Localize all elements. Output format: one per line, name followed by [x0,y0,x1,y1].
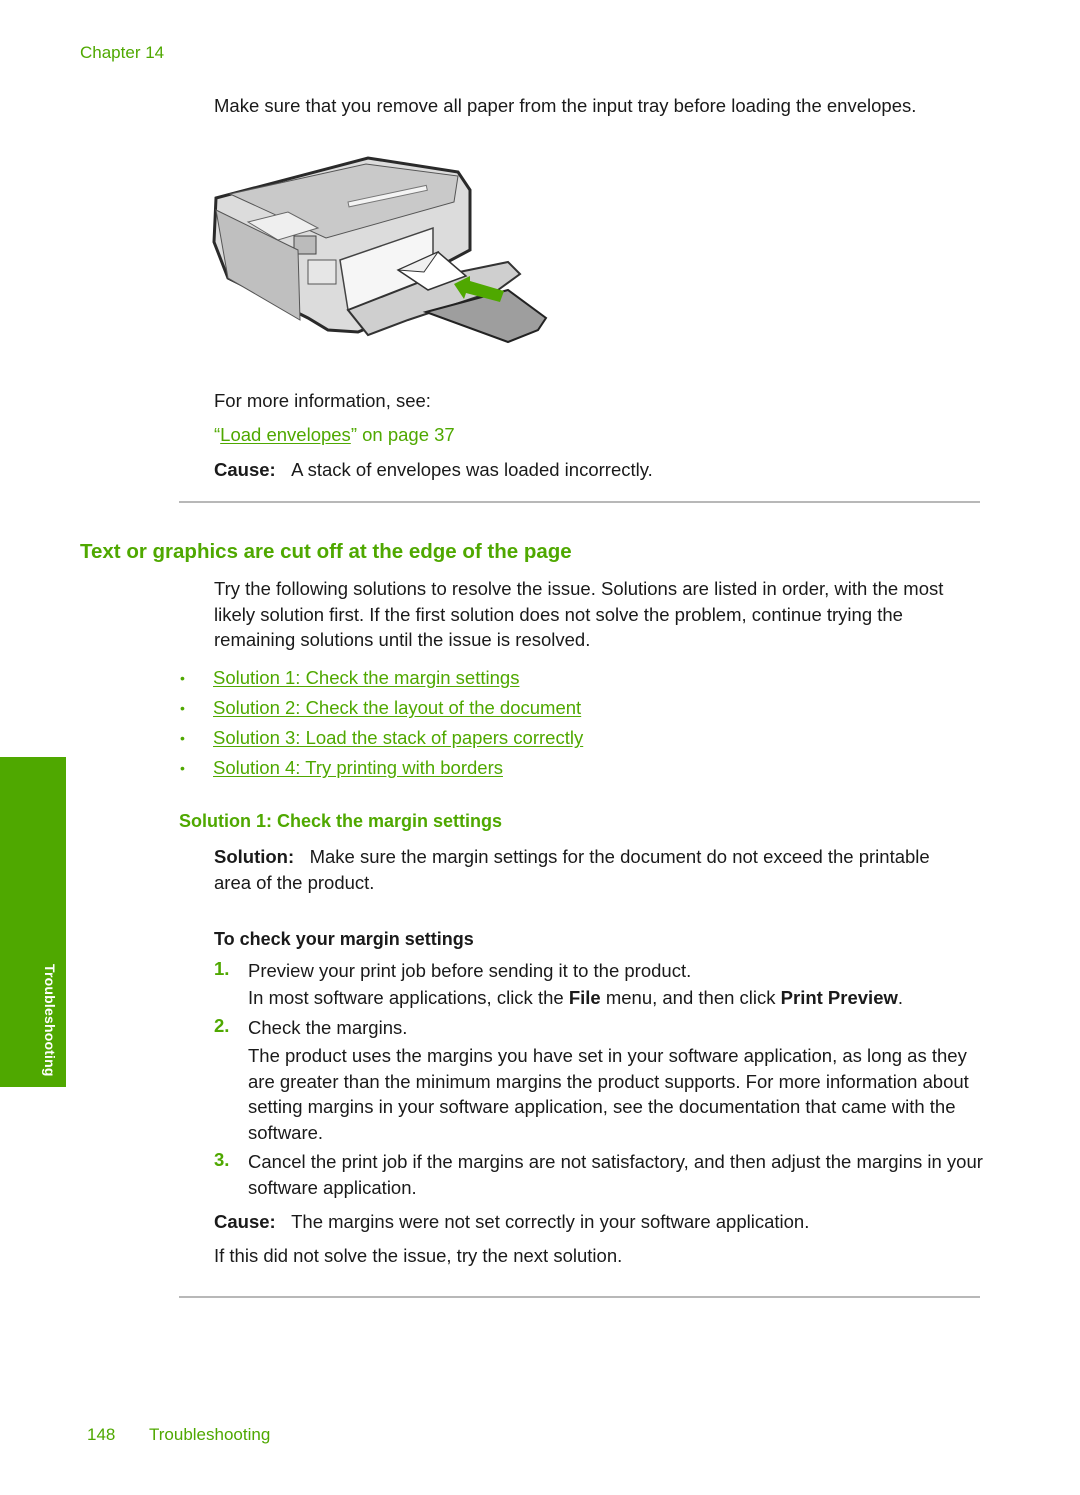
load-envelopes-reference: “Load envelopes” on page 37 [214,422,455,448]
step-2-text: Check the margins. [248,1017,408,1038]
bullet-icon: • [180,760,185,776]
link-page-ref: ” on page 37 [350,424,455,445]
cause-text: The margins were not set correctly in yo… [291,1211,810,1232]
step-3-text: Cancel the print job if the margins are … [248,1151,983,1198]
step-1-detail-text: . [897,987,904,1008]
card-slot [307,259,337,285]
step-1-number: 1. [214,958,230,979]
cause-text: A stack of envelopes was loaded incorrec… [291,459,653,480]
solution-list-item: • Solution 2: Check the layout of the doc… [176,693,583,723]
print-preview-ref: Print Preview [780,987,898,1008]
step-1-text: Preview your print job before sending it… [248,960,692,981]
remove-paper-note: Make sure that you remove all paper from… [214,95,917,116]
chapter-label: Chapter 14 [80,43,165,62]
step-2-detail: The product uses the margins you have se… [248,1045,969,1143]
page-number: 148 [87,1425,116,1444]
solution-1-heading: Solution 1: Check the margin settings [179,811,503,831]
cause-label: Cause: [214,1211,276,1232]
section-divider [179,501,980,503]
printer-illustration [212,156,548,344]
more-info-label: For more information, see: [214,390,431,411]
margin-cause: Cause: The margins were not set correctl… [214,1209,809,1235]
envelope-cause: Cause: A stack of envelopes was loaded i… [214,457,653,483]
file-menu-ref: File [568,987,601,1008]
solutions-list: • Solution 1: Check the margin settings •… [176,663,583,783]
step-1-detail: In most software applications, click the… [248,985,983,1011]
cause-label: Cause: [214,459,276,480]
footer-section: Troubleshooting [149,1425,271,1444]
solution-label: Solution: [214,846,295,867]
solution-1-link[interactable]: Solution 1: Check the margin settings [213,667,519,689]
solution-2-link[interactable]: Solution 2: Check the layout of the docu… [213,697,581,719]
side-tab-label: Troubleshooting [42,964,58,1077]
section-end-divider [179,1296,980,1298]
step-2-number: 2. [214,1015,230,1036]
step-1-detail-text: menu, and then click [600,987,781,1008]
procedure-title: To check your margin settings [214,929,474,949]
solution-list-item: • Solution 1: Check the margin settings [176,663,583,693]
bullet-icon: • [180,670,185,686]
load-envelopes-link[interactable]: Load envelopes [220,424,351,445]
bullet-icon: • [180,730,185,746]
bullet-icon: • [180,700,185,716]
step-1-detail-text: In most software applications, click the [248,987,569,1008]
solution-text: Make sure the margin settings for the do… [214,846,930,893]
solution-1-text: Solution: Make sure the margin settings … [214,844,954,895]
solution-3-link[interactable]: Solution 3: Load the stack of papers cor… [213,727,583,749]
solution-list-item: • Solution 3: Load the stack of papers co… [176,723,583,753]
section-title: Text or graphics are cut off at the edge… [80,540,572,563]
side-tab: Troubleshooting [0,757,66,1087]
section-intro: Try the following solutions to resolve t… [214,578,944,650]
solution-4-link[interactable]: Solution 4: Try printing with borders [213,757,503,779]
solution-list-item: • Solution 4: Try printing with borders [176,753,583,783]
next-solution-note: If this did not solve the issue, try the… [214,1245,623,1266]
step-3-number: 3. [214,1149,230,1170]
